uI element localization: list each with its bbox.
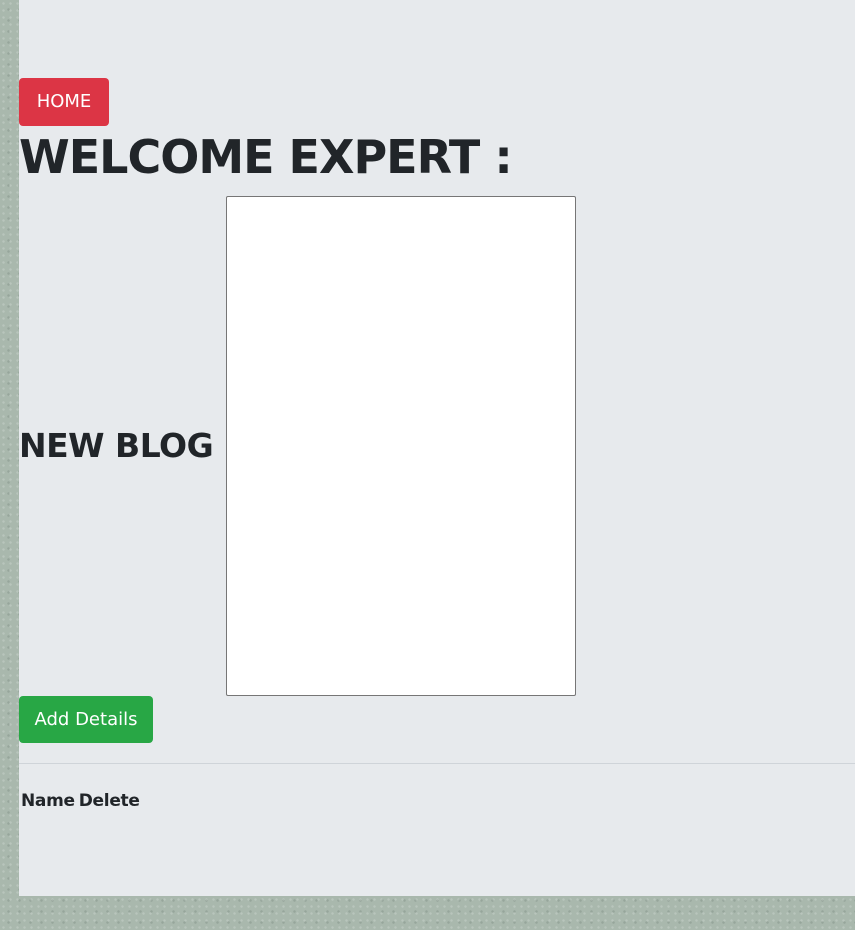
- table-header: Name Delete: [21, 789, 140, 813]
- page-title: WELCOME EXPERT :: [19, 130, 513, 184]
- home-button[interactable]: HOME: [19, 78, 109, 126]
- divider: [19, 763, 855, 764]
- new-blog-textarea[interactable]: [226, 196, 576, 696]
- new-blog-label: NEW BLOG :: [19, 426, 237, 465]
- main-panel: HOME WELCOME EXPERT : NEW BLOG : Add Det…: [19, 0, 855, 896]
- column-header-name: Name: [21, 791, 75, 811]
- column-header-delete: Delete: [78, 791, 140, 811]
- add-details-button[interactable]: Add Details: [19, 696, 153, 743]
